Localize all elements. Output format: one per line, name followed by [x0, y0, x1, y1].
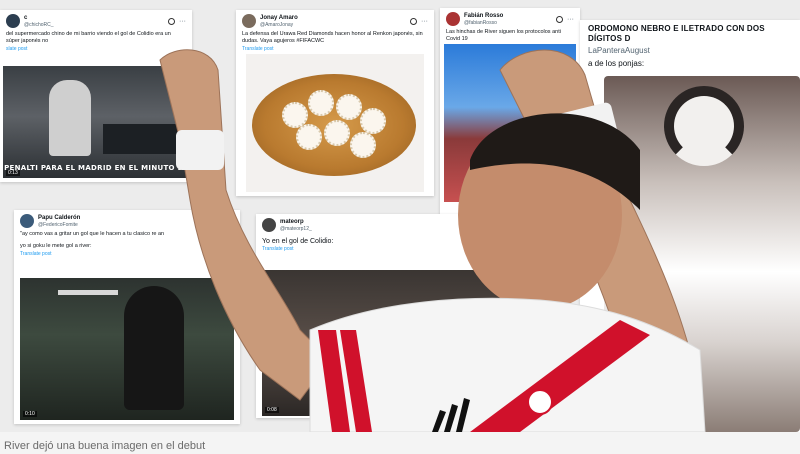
x-logo-icon	[410, 17, 417, 25]
tweet-username: ORDOMONO NEBRO E ILETRADO CON DOS DÍGITO…	[588, 24, 765, 43]
meme-collage: c @chichoRC_ ··· del supermercado chino …	[0, 0, 800, 432]
translate-link[interactable]: Translate post	[14, 251, 240, 259]
avatar	[242, 14, 256, 28]
tweet-text: del supermercado chino de mi barrio vien…	[6, 31, 171, 44]
tweet-card[interactable]: ORDOMONO NEBRO E ILETRADO CON DOS DÍGITO…	[580, 20, 800, 432]
tweet-text: a de los ponjas:	[588, 59, 645, 68]
avatar	[20, 214, 34, 228]
avatar	[6, 14, 20, 28]
tweet-image[interactable]	[444, 44, 576, 202]
image-caption: River dejó una buena imagen en el debut	[4, 440, 206, 452]
avatar	[446, 12, 460, 26]
tweet-text: Las hinchas de River siguen los protocol…	[446, 29, 561, 42]
video-time: 0:13	[6, 170, 20, 176]
tweet-card[interactable]: Jonay Amaro @AmaroJonay ··· La defensa d…	[236, 10, 434, 196]
tweet-header: Jonay Amaro @AmaroJonay ···	[236, 10, 434, 30]
lotus-root-chip	[350, 132, 376, 158]
video-person	[49, 80, 91, 156]
tweet-video[interactable]: 0:08	[262, 270, 502, 416]
basket-image	[252, 74, 416, 176]
avatar	[262, 218, 276, 232]
tweet-handle: @AmaroJonay	[260, 21, 294, 28]
tweet-text: Yo en el gol de Colidio:	[262, 238, 334, 245]
tweet-username: mateorp	[280, 218, 304, 225]
video-time: 0:08	[265, 407, 279, 413]
lotus-root-chip	[360, 108, 386, 134]
lotus-root-chip	[336, 94, 362, 120]
x-logo-icon	[556, 15, 563, 23]
more-dots-icon[interactable]: ···	[421, 18, 428, 25]
tweet-video[interactable]: PENALTI PARA EL MADRID EN EL MINUTO 93 0…	[3, 66, 189, 178]
tweet-username: c	[24, 14, 28, 21]
more-dots-icon[interactable]: ···	[567, 16, 574, 23]
tweet-header: Papu Calderón @FedericoFomite	[14, 210, 240, 230]
scoreboard	[58, 290, 118, 295]
tweet-video[interactable]: 0:10	[20, 278, 234, 420]
tweet-handle: LaPanteraAugust	[588, 46, 650, 55]
video-figure	[124, 286, 184, 410]
tweet-handle: @mateorp12_	[280, 225, 312, 232]
article-image: c @chichoRC_ ··· del supermercado chino …	[0, 0, 800, 454]
translate-link[interactable]: Translate post	[236, 46, 434, 54]
translate-link[interactable]: Translate post	[256, 246, 506, 254]
tweet-image[interactable]	[604, 76, 800, 432]
lotus-root-chip	[296, 124, 322, 150]
tweet-header: mateorp @mateorp12_	[256, 214, 506, 234]
tweet-username: Fabián Rosso	[464, 12, 504, 19]
tweet-image[interactable]	[246, 54, 424, 192]
tweet-username: Jonay Amaro	[260, 14, 298, 21]
cat-face	[664, 86, 744, 166]
tweet-text: "ay como vas a gritar un gol que le hace…	[20, 231, 165, 237]
video-monitors	[103, 124, 183, 154]
tweet-card[interactable]: Fabián Rosso @fabianRosso ··· Las hincha…	[440, 8, 580, 226]
translate-link[interactable]: slate post	[0, 46, 192, 54]
x-logo-icon	[168, 17, 175, 25]
tweet-username: Papu Calderón	[38, 214, 81, 221]
lotus-root-chip	[308, 90, 334, 116]
tweet-text-secondary: yo si goku le mete gol a river:	[20, 243, 92, 249]
tweet-handle: @FedericoFomite	[38, 221, 78, 228]
tweet-card[interactable]: Papu Calderón @FedericoFomite "ay como v…	[14, 210, 240, 424]
lotus-root-chip	[324, 120, 350, 146]
video-time: 0:10	[23, 411, 37, 417]
tweet-handle: @fabianRosso	[464, 19, 497, 26]
video-caption: PENALTI PARA EL MADRID EN EL MINUTO 93	[4, 164, 188, 172]
river-crest-icon	[527, 389, 553, 415]
tweet-card[interactable]: c @chichoRC_ ··· del supermercado chino …	[0, 10, 192, 182]
tweet-header: Fabián Rosso @fabianRosso ···	[440, 8, 580, 28]
tweet-handle: @chichoRC_	[24, 21, 54, 28]
tweet-card[interactable]: mateorp @mateorp12_ Yo en el gol de Coli…	[256, 214, 506, 418]
more-dots-icon[interactable]: ···	[179, 18, 186, 25]
tweet-text: La defensa del Urawa Red Diamonds hacen …	[242, 31, 423, 44]
tweet-header: c @chichoRC_ ···	[0, 10, 192, 30]
